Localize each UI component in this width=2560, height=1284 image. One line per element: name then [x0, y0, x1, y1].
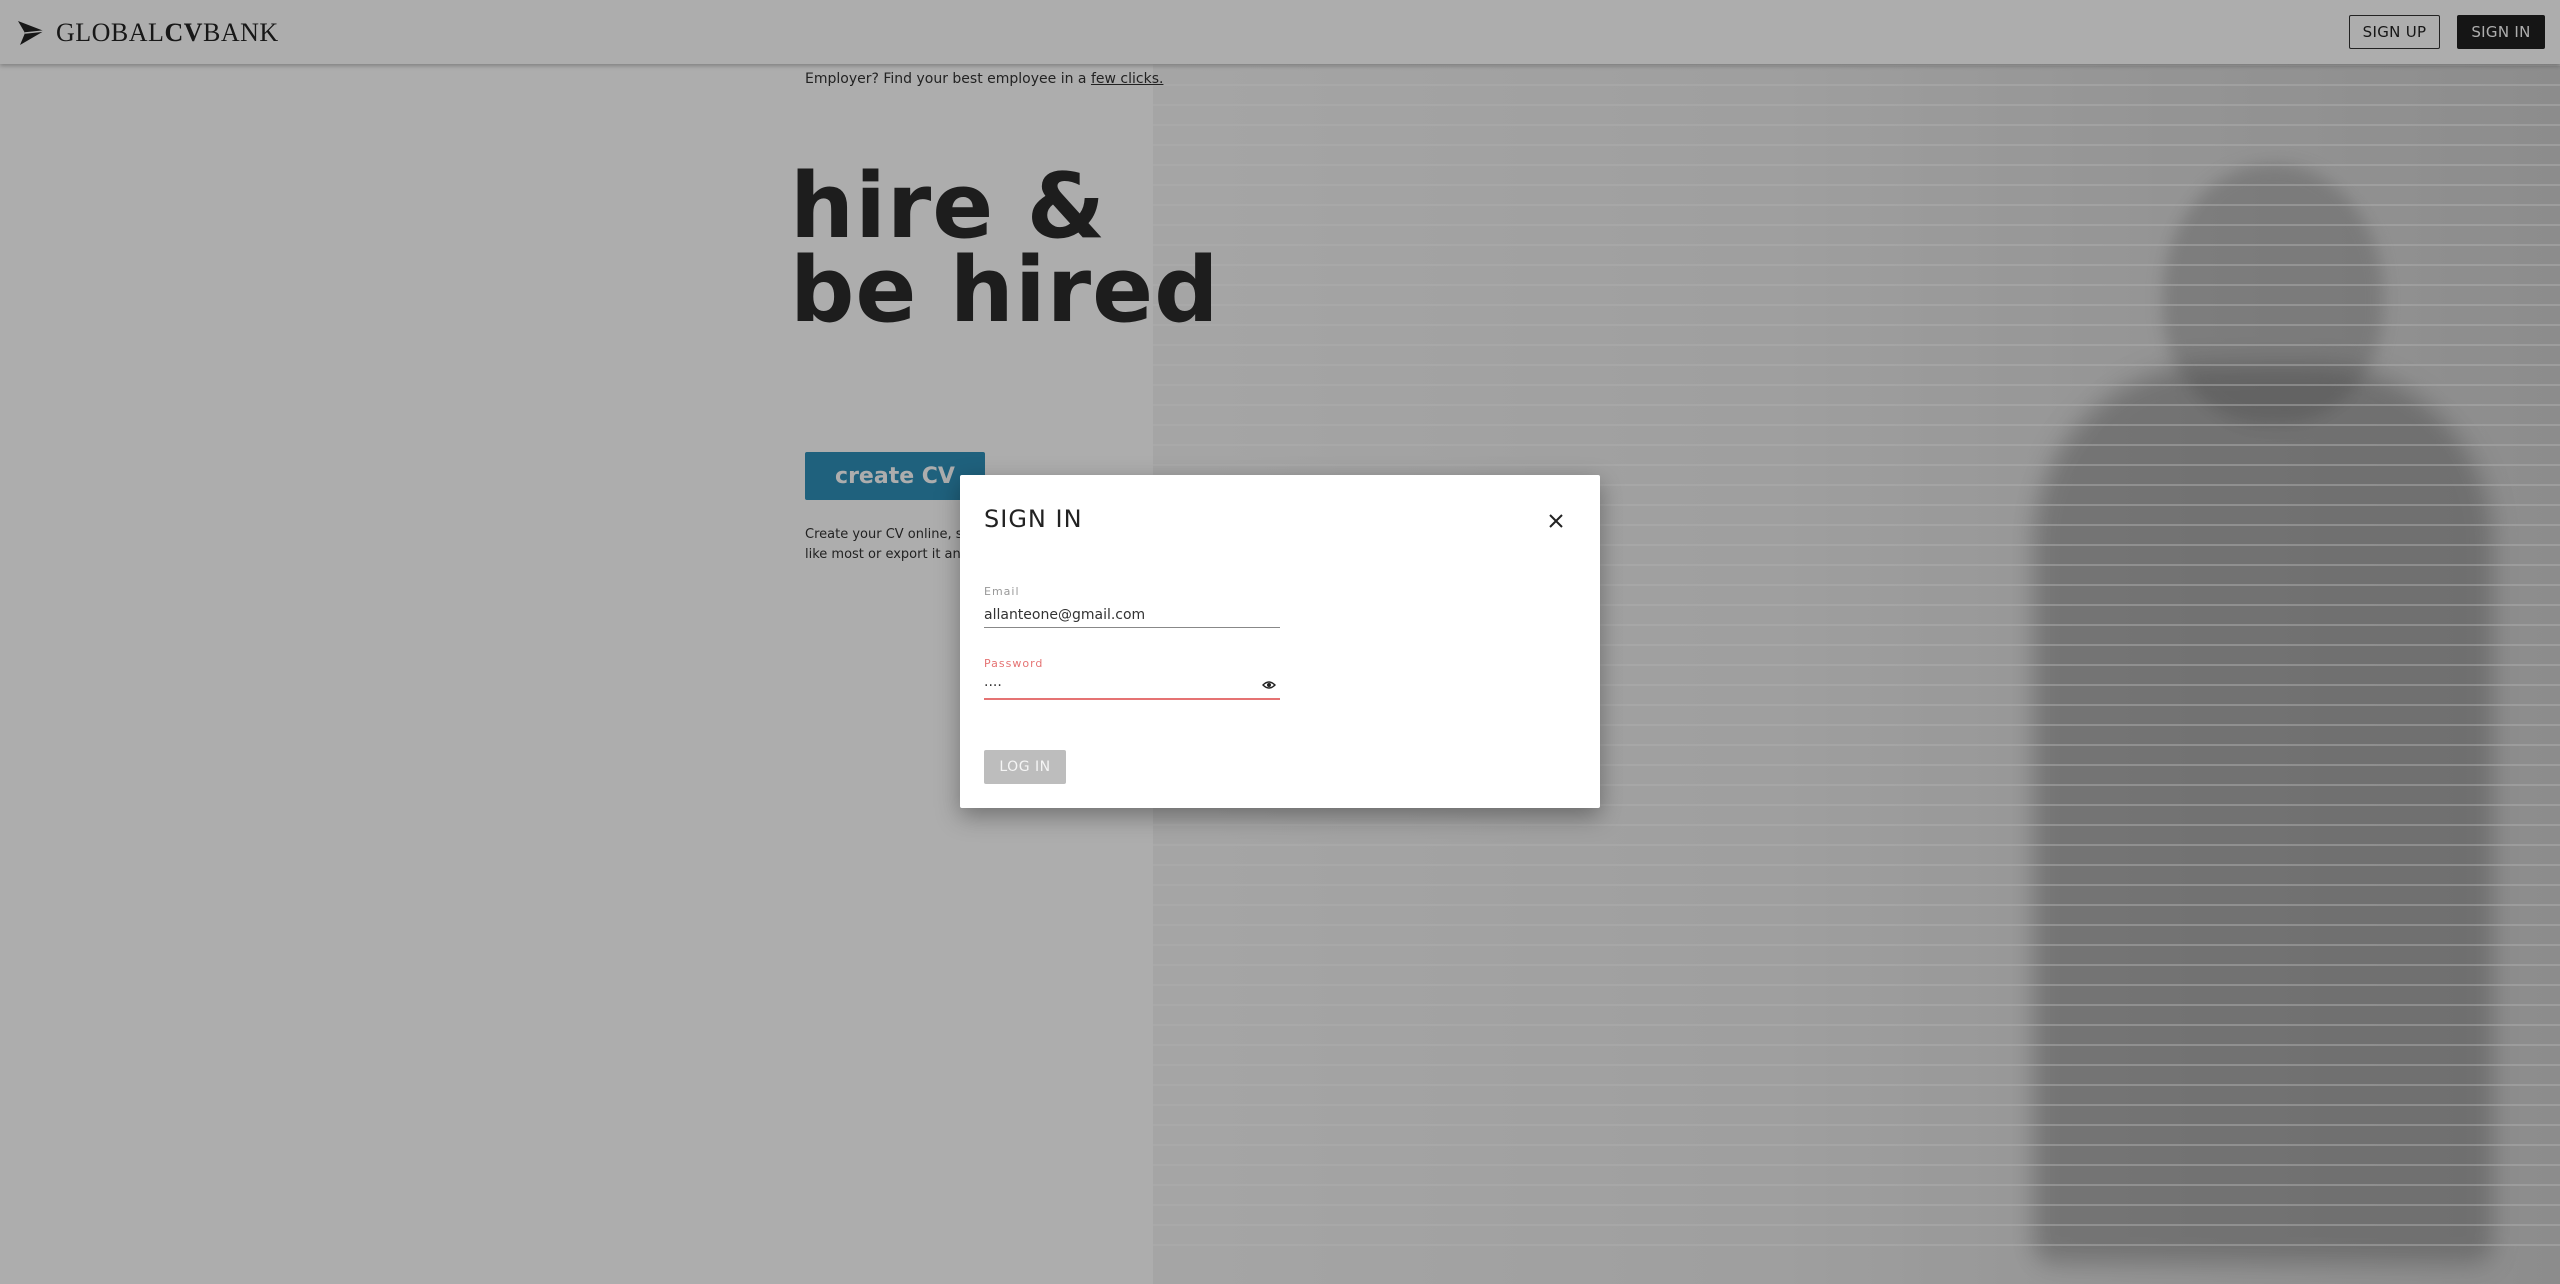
password-field[interactable]	[984, 674, 1280, 700]
log-in-button[interactable]: LOG IN	[984, 750, 1066, 784]
email-label: Email	[984, 585, 1020, 598]
close-button[interactable]	[1542, 507, 1570, 535]
sign-in-dialog: SIGN IN Email Password LOG IN	[960, 475, 1600, 808]
toggle-password-visibility-button[interactable]	[1260, 676, 1278, 694]
email-field[interactable]	[984, 602, 1280, 628]
close-icon	[1549, 514, 1563, 528]
password-field-group: Password	[984, 657, 1280, 700]
email-field-group: Email	[984, 585, 1280, 628]
password-wrapper	[984, 671, 1280, 700]
dialog-title: SIGN IN	[984, 505, 1083, 533]
password-label: Password	[984, 657, 1044, 670]
eye-icon	[1262, 681, 1276, 689]
